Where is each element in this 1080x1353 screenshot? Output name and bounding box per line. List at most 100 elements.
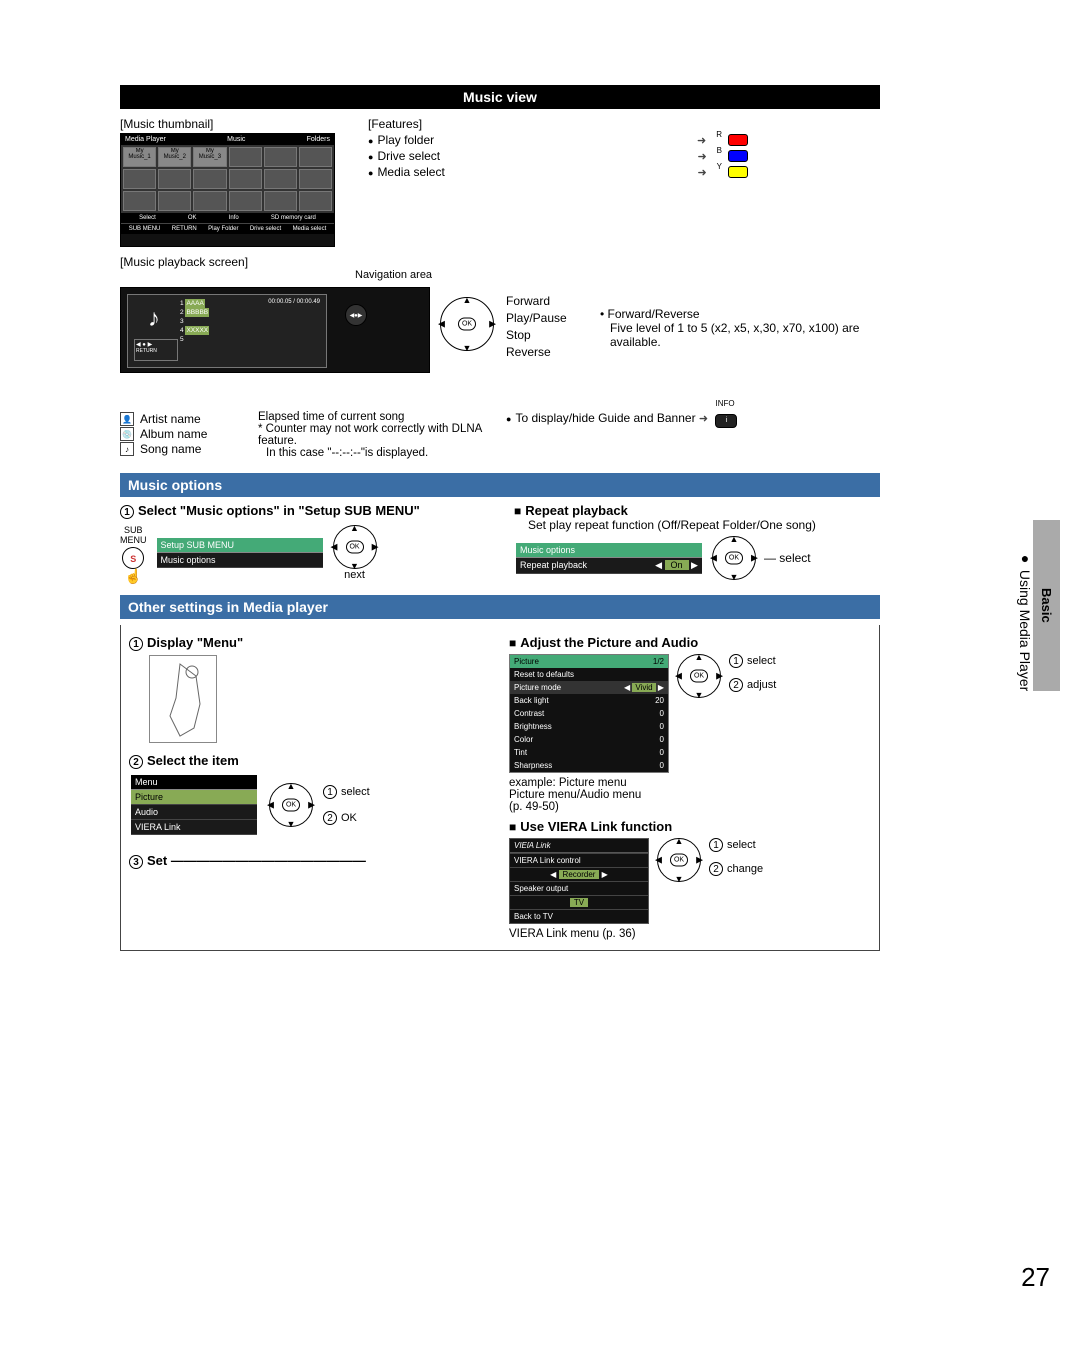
vlink-value: Recorder (559, 870, 600, 879)
osd-hint: Select (139, 215, 156, 221)
arrow-icon (699, 411, 712, 425)
repeat-playback-body: Set play repeat function (Off/Repeat Fol… (528, 518, 880, 532)
feature-media-select: Media select (368, 165, 445, 179)
section-header-other: Other settings in Media player (120, 595, 880, 619)
nav-area-label: Navigation area (355, 269, 432, 281)
direction-pad-icon: OK ▲▼◀▶ (657, 838, 701, 882)
vieralink-osd: VIEſA Link VIERA Link control ◀ Recorder… (509, 838, 649, 924)
ok-button-icon: OK (458, 318, 476, 331)
sub-menu-button-icon: S (122, 547, 144, 569)
vieralink-head: Use VIERA Link function (509, 819, 869, 834)
vlink-ref: VIERA Link menu (p. 36) (509, 928, 869, 940)
feature-play-folder: Play folder (368, 133, 434, 147)
other-step2: 2Select the item (129, 753, 489, 769)
direction-pad-icon: OK ▲▼◀▶ (333, 525, 377, 569)
arrow-icon (697, 149, 710, 163)
osd-title-left: Media Player (125, 136, 166, 143)
section-header-music-view: Music view (120, 85, 880, 109)
page-ref-line: (p. 49-50) (509, 801, 869, 813)
repeat-item-label: Repeat playback (520, 560, 587, 571)
adjust-pic-audio-head: Adjust the Picture and Audio (509, 635, 869, 650)
guide-note: To display/hide Guide and Banner (506, 411, 696, 425)
menu-item-music-options: Music options (157, 553, 323, 568)
select-label: 1select (323, 785, 370, 799)
osd-hint: SD memory card (271, 215, 316, 221)
feature-drive-select: Drive select (368, 149, 440, 163)
menu-item-vieralink: VIERA Link (131, 820, 257, 835)
pamenu-line: Picture menu/Audio menu (509, 789, 869, 801)
ok-button-icon: OK (725, 552, 743, 565)
nav-cluster-icon: ◀●▶ (345, 304, 367, 326)
main-menu-osd: Menu Picture Audio VIERA Link (129, 773, 259, 837)
meta-album: Album name (140, 427, 207, 441)
other-step1: 1Display "Menu" (129, 635, 489, 651)
pic-menu-page: 1/2 (653, 657, 664, 666)
ok-button-icon: OK (346, 541, 364, 554)
left-control-cluster-icon: ◀ ● ▶ RETURN (134, 339, 178, 361)
elapsed-note2: In this case "--:--:--"is displayed. (258, 447, 488, 459)
music-thumbnail-osd: Media Player Music Folders My Music_1 My… (120, 133, 335, 247)
song-icon: ♪ (120, 442, 134, 456)
select-label: 1select (709, 838, 763, 852)
osd-hint: Info (229, 215, 239, 221)
folder-cell: My Music_3 (193, 147, 226, 167)
color-key-label: Y (717, 162, 722, 171)
music-options-osd: Music options Repeat playback ◀ On ▶ (514, 541, 704, 576)
vlink-value: TV (570, 898, 588, 907)
side-breadcrumb: ● Using Media Player (1017, 550, 1033, 691)
section-header-music-options: Music options (120, 473, 880, 497)
pic-row: Reset to defaults (510, 668, 668, 681)
direction-pad-icon: OK ▲▼◀▶ (269, 783, 313, 827)
track-list: 1 AAAA 2 BBBBB 3 4 XXXXX 5 (180, 299, 209, 344)
menu-header: Setup SUB MENU (157, 538, 323, 553)
menu-item-audio: Audio (131, 805, 257, 820)
manual-page: Music view [Music thumbnail] Media Playe… (120, 85, 880, 951)
osd-hint: OK (188, 215, 197, 221)
osd-hint: Media select (293, 226, 327, 232)
album-icon: 💿 (120, 427, 134, 441)
ok-button-icon: OK (670, 854, 688, 867)
info-label: INFO (715, 399, 734, 408)
side-basic-tab: Basic (1033, 520, 1060, 691)
remote-illustration-icon (149, 655, 217, 743)
label-music-playback: [Music playback screen] (120, 255, 880, 269)
ok-label: 2OK (323, 811, 370, 825)
menu-item-picture: Picture (131, 790, 257, 805)
meta-song: Song name (140, 442, 201, 456)
info-button-icon: i (715, 414, 737, 428)
repeat-playback-head: Repeat playback (514, 503, 880, 518)
ok-button-icon: OK (690, 670, 708, 683)
menu-header: Menu (131, 775, 257, 790)
elapsed-head: Elapsed time of current song (258, 411, 488, 423)
elapsed-note1: * Counter may not work correctly with DL… (258, 423, 488, 447)
direction-pad-icon: OK ▲▼◀▶ (440, 297, 494, 351)
ctrl-stop: Stop (506, 327, 567, 344)
meta-artist: Artist name (140, 412, 201, 426)
ok-button-icon: OK (282, 799, 300, 812)
artist-icon: 👤 (120, 412, 134, 426)
music-playback-osd: ♪ 1 AAAA 2 BBBBB 3 4 XXXXX 5 00:00.05 / … (120, 287, 430, 373)
other-step3: 3Set ——————————————— (129, 853, 489, 869)
osd-title-right: Folders (307, 136, 330, 143)
menu-header: Music options (516, 543, 702, 558)
red-button-icon (728, 134, 748, 146)
music-note-icon: ♪ (132, 299, 176, 339)
change-label: 2change (709, 862, 763, 876)
sub-label: MENU (120, 535, 147, 545)
vieralink-logo: VIEſA Link (510, 839, 648, 853)
label-music-thumbnail: [Music thumbnail] (120, 117, 350, 131)
select-label: 1select (729, 654, 776, 668)
fr-note-body: Five level of 1 to 5 (x2, x5, x,30, x70,… (600, 321, 870, 349)
adjust-label: 2adjust (729, 678, 776, 692)
ctrl-forward: Forward (506, 293, 567, 310)
color-key-label: B (717, 146, 722, 155)
sub-label: SUB (120, 525, 147, 535)
vlink-row: Speaker output (510, 881, 648, 895)
picture-menu-osd: Picture1/2 Reset to defaults Picture mod… (509, 654, 669, 773)
vlink-row: VIERA Link control (510, 853, 648, 867)
example-line: example: Picture menu (509, 777, 869, 789)
step1-music-options: 1Select "Music options" in "Setup SUB ME… (120, 503, 496, 519)
ctrl-playpause: Play/Pause (506, 310, 567, 327)
folder-cell: My Music_2 (158, 147, 191, 167)
fr-note-title: • Forward/Reverse (600, 307, 870, 321)
